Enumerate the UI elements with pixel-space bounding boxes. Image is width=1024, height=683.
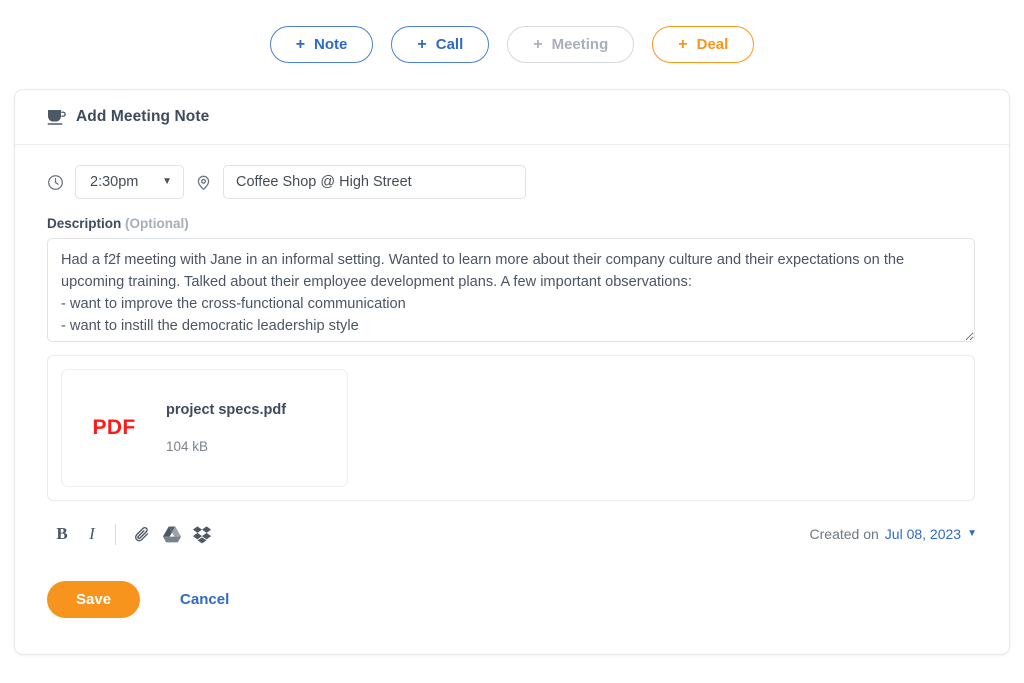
file-meta: project specs.pdf 104 kB [166,402,286,454]
file-name: project specs.pdf [166,402,287,418]
page-title: Add Meeting Note [76,108,210,125]
description-label-text: Description [47,216,122,231]
meeting-time-select[interactable]: 2:30pm ▼ [75,165,184,199]
map-pin-icon [195,174,212,191]
meeting-time-value: 2:30pm [90,174,139,190]
add-call-label: Call [435,36,464,53]
meeting-meta-row: 2:30pm ▼ [47,165,977,199]
google-drive-icon[interactable] [157,519,187,549]
created-on-prefix: Created on [809,526,879,542]
card-header: Add Meeting Note [15,90,1009,145]
dropbox-icon[interactable] [187,519,217,549]
attachments-area: PDF project specs.pdf 104 kB [47,355,975,501]
plus-icon: + [295,35,306,53]
add-meeting-note-card: Add Meeting Note 2:30pm ▼ Coffee Shop @ … [14,89,1010,655]
cancel-button[interactable]: Cancel [180,591,229,608]
add-note-label: Note [314,36,348,53]
add-call-button[interactable]: + Call [391,26,490,63]
plus-icon: + [678,35,688,53]
add-note-button[interactable]: + Note [269,26,374,63]
save-button[interactable]: Save [47,581,141,618]
paperclip-icon[interactable] [127,519,157,549]
italic-icon[interactable]: I [77,519,107,549]
chevron-down-icon: ▼ [162,176,172,187]
card-body: 2:30pm ▼ Description (Optional) PDF pr [15,145,1009,618]
meeting-location-input[interactable] [223,165,526,199]
add-deal-label: Deal [696,36,729,53]
quick-action-bar: + Note + Call + Meeting + Deal [0,0,1024,63]
description-label: Description (Optional) [47,216,977,231]
bold-icon[interactable]: B [47,519,77,549]
description-optional-text: (Optional) [125,216,189,231]
add-deal-button[interactable]: + Deal [652,26,755,63]
plus-icon: + [417,35,427,53]
created-on-control[interactable]: Created on Jul 08, 2023 ▼ [810,526,977,542]
add-meeting-label: Meeting [551,36,609,53]
clock-icon [47,174,64,191]
toolbar-divider [115,523,116,545]
coffee-cup-icon [47,109,66,125]
plus-icon: + [533,35,543,53]
file-type-badge: PDF [92,416,136,439]
attachment-file-card[interactable]: PDF project specs.pdf 104 kB [61,369,348,487]
file-size: 104 kB [166,439,209,454]
card-footer: Save Cancel [47,581,977,618]
created-on-date[interactable]: Jul 08, 2023 [885,526,961,542]
editor-toolbar: B I Created on Jul 08, 2023 ▼ [47,515,977,553]
add-meeting-button[interactable]: + Meeting [507,26,635,63]
description-textarea[interactable] [47,238,975,342]
chevron-down-icon: ▼ [967,528,977,539]
